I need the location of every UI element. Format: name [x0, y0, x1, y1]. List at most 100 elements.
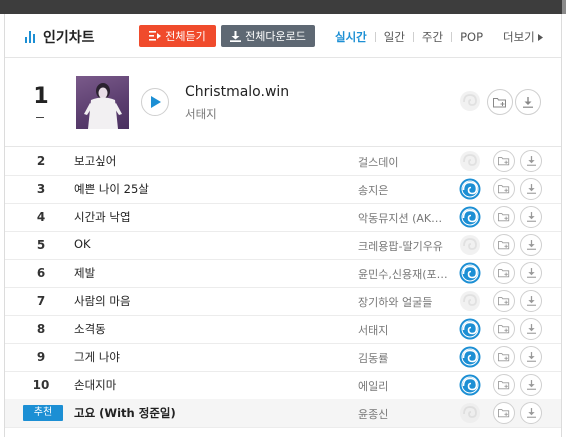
- download-button[interactable]: [515, 89, 541, 115]
- song-title[interactable]: 예쁜 나이 25살: [74, 181, 149, 197]
- chart-row[interactable]: 8 소격동 서태지: [5, 315, 561, 344]
- download-icon: [526, 324, 536, 334]
- add-slot: [487, 89, 513, 115]
- download-icon: [526, 380, 536, 390]
- download-icon: [230, 30, 242, 42]
- recommended-badge: 추천: [23, 405, 63, 421]
- download-button[interactable]: [520, 206, 542, 228]
- chart-row[interactable]: 2 보고싶어 걸스데이: [5, 147, 561, 176]
- add-to-playlist-button[interactable]: [493, 318, 515, 340]
- chart-row[interactable]: 10 손대지마 에일리: [5, 371, 561, 400]
- chart-row[interactable]: 5 OK 크레용팝-딸기우유: [5, 231, 561, 260]
- pado-icon[interactable]: [459, 262, 481, 284]
- artist-name[interactable]: 송지은: [358, 182, 450, 198]
- tab-daily[interactable]: 일간: [384, 29, 405, 45]
- add-to-playlist-button[interactable]: [493, 374, 515, 396]
- download-button[interactable]: [520, 402, 542, 424]
- download-icon: [523, 96, 533, 108]
- song-title[interactable]: 소격동: [74, 321, 106, 337]
- recommended-row[interactable]: 추천 고요 (With 정준일) 윤종신: [5, 399, 561, 428]
- artist-name[interactable]: 걸스데이: [358, 154, 450, 170]
- download-icon: [526, 240, 536, 250]
- chart-tabs: 실시간 일간 주간 POP: [335, 29, 483, 45]
- download-icon: [526, 212, 536, 222]
- more-link[interactable]: 더보기: [503, 29, 543, 45]
- chart-top-item[interactable]: 1 Christmalo.win 서태지: [5, 58, 561, 147]
- download-all-button[interactable]: 전체다운로드: [221, 25, 315, 47]
- artist-name[interactable]: 김동률: [358, 350, 450, 366]
- artist-name[interactable]: 에일리: [358, 378, 450, 394]
- tab-weekly[interactable]: 주간: [422, 29, 443, 45]
- album-art[interactable]: [76, 76, 129, 129]
- download-button[interactable]: [520, 178, 542, 200]
- pado-icon[interactable]: [459, 206, 481, 228]
- download-slot: [515, 89, 541, 115]
- play-button[interactable]: [141, 88, 169, 116]
- song-title[interactable]: 그게 나야: [74, 349, 120, 365]
- chart-row[interactable]: 9 그게 나야 김동률: [5, 343, 561, 372]
- pado-icon[interactable]: [459, 374, 481, 396]
- download-button[interactable]: [520, 262, 542, 284]
- download-button[interactable]: [520, 346, 542, 368]
- add-to-playlist-icon: [493, 97, 506, 107]
- song-title[interactable]: 손대지마: [74, 377, 116, 393]
- download-button[interactable]: [520, 374, 542, 396]
- rank-number: 8: [36, 322, 46, 336]
- add-to-playlist-button[interactable]: [493, 290, 515, 312]
- add-to-playlist-icon: [498, 269, 510, 278]
- pado-icon: [460, 403, 480, 423]
- tab-pop[interactable]: POP: [460, 30, 483, 44]
- download-button[interactable]: [520, 290, 542, 312]
- chevron-right-icon: [537, 33, 543, 41]
- add-to-playlist-button[interactable]: [493, 178, 515, 200]
- song-title[interactable]: 사람의 마음: [74, 293, 131, 309]
- artist-name[interactable]: 윤민수,신용재(포맨): [358, 266, 450, 282]
- add-to-playlist-button[interactable]: [493, 234, 515, 256]
- download-button[interactable]: [520, 150, 542, 172]
- add-to-playlist-button[interactable]: [493, 150, 515, 172]
- add-to-playlist-icon: [498, 325, 510, 334]
- song-title[interactable]: OK: [74, 237, 91, 251]
- download-icon: [526, 352, 536, 362]
- download-button[interactable]: [520, 318, 542, 340]
- rank-number: 5: [36, 238, 46, 252]
- play-all-button[interactable]: 전체듣기: [139, 25, 216, 47]
- artist-name[interactable]: 윤종신: [358, 406, 450, 422]
- song-title[interactable]: 보고싶어: [74, 153, 116, 169]
- tab-divider: [451, 32, 453, 42]
- add-to-playlist-button[interactable]: [493, 262, 515, 284]
- add-to-playlist-button[interactable]: [493, 402, 515, 424]
- pado-icon[interactable]: [459, 346, 481, 368]
- add-to-playlist-icon: [498, 213, 510, 222]
- add-to-playlist-button[interactable]: [493, 346, 515, 368]
- song-title[interactable]: 시간과 낙엽: [74, 209, 131, 225]
- pado-icon[interactable]: [459, 318, 481, 340]
- play-icon: [151, 96, 161, 108]
- chart-bars-icon: [25, 31, 37, 43]
- artist-name[interactable]: 크레용팝-딸기우유: [358, 238, 450, 254]
- song-title[interactable]: 고요 (With 정준일): [74, 405, 176, 421]
- chart-row[interactable]: 3 예쁜 나이 25살 송지은: [5, 175, 561, 204]
- chart-row[interactable]: 6 제발 윤민수,신용재(포맨): [5, 259, 561, 288]
- download-icon: [526, 184, 536, 194]
- rank-number: 2: [36, 154, 46, 168]
- download-button[interactable]: [520, 234, 542, 256]
- song-title[interactable]: Christmalo.win: [185, 84, 289, 100]
- chart-row[interactable]: 7 사람의 마음 장기하와 얼굴들: [5, 287, 561, 316]
- chart-row[interactable]: 4 시간과 낙엽 악동뮤지션 (AKMU): [5, 203, 561, 232]
- add-to-playlist-button[interactable]: [487, 89, 513, 115]
- rank-number: 10: [32, 378, 50, 392]
- chart-panel: 인기차트 전체듣기 전체다운로드 실시간 일간 주간 POP 더보기 1 Chr…: [4, 14, 562, 437]
- download-icon: [526, 296, 536, 306]
- download-icon: [526, 268, 536, 278]
- add-to-playlist-button[interactable]: [493, 206, 515, 228]
- artist-name[interactable]: 장기하와 얼굴들: [358, 294, 450, 310]
- pado-icon[interactable]: [459, 178, 481, 200]
- song-title[interactable]: 제발: [74, 265, 95, 281]
- rank-number: 3: [36, 182, 46, 196]
- pado-icon: [460, 291, 480, 311]
- artist-name[interactable]: 서태지: [358, 322, 450, 338]
- artist-name[interactable]: 서태지: [185, 106, 217, 122]
- tab-realtime[interactable]: 실시간: [335, 29, 367, 45]
- artist-name[interactable]: 악동뮤지션 (AKMU): [358, 210, 450, 226]
